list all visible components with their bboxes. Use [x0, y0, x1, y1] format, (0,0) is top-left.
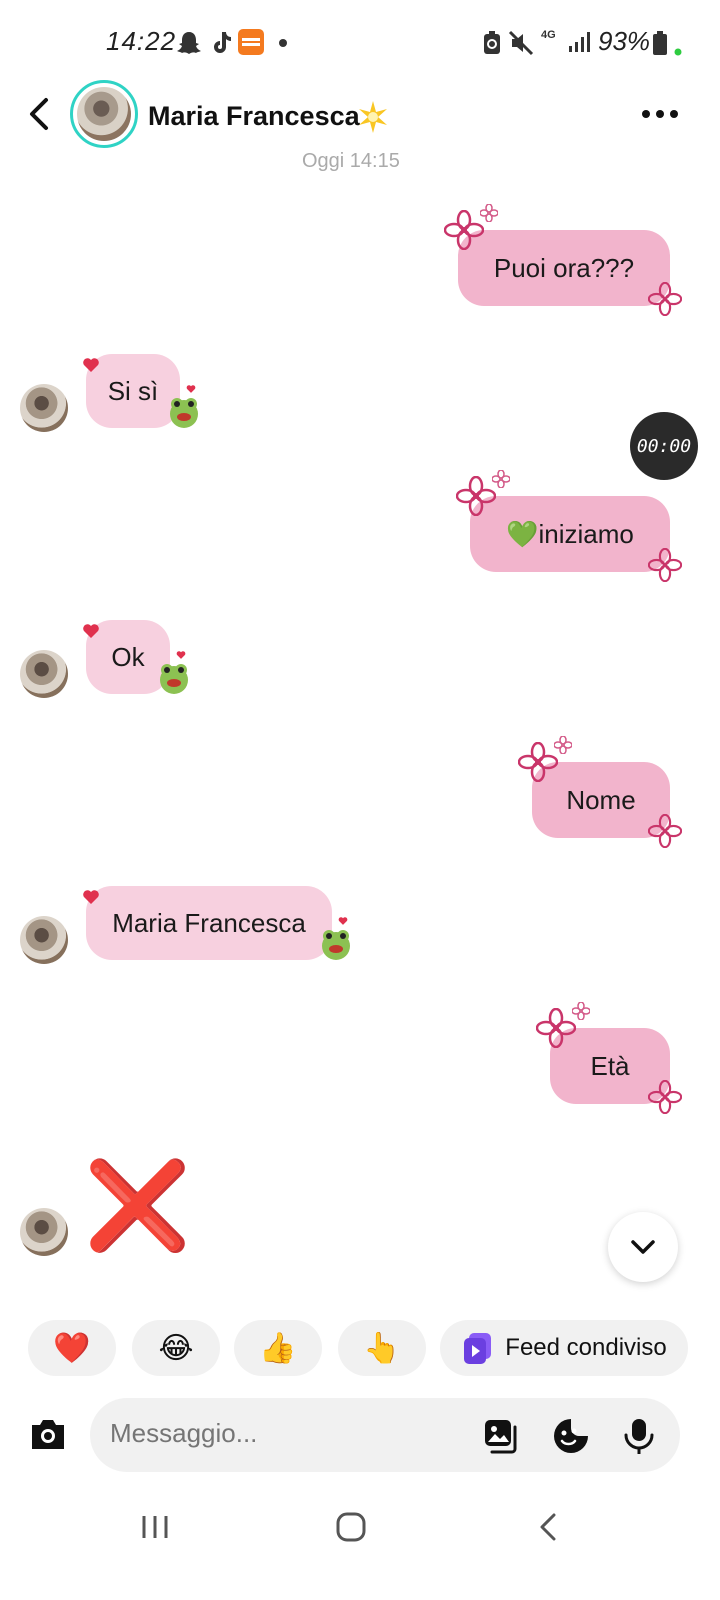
flower-sticker-icon	[518, 742, 558, 782]
flower-sticker-icon	[536, 1008, 576, 1048]
scroll-to-bottom-button[interactable]	[608, 1212, 678, 1282]
star-icon	[359, 101, 387, 133]
camera-icon[interactable]	[28, 1416, 68, 1452]
battery-percent: 93%	[598, 26, 651, 56]
flower-sticker-icon	[648, 548, 682, 582]
gallery-icon[interactable]	[482, 1417, 520, 1455]
back-icon[interactable]	[22, 92, 62, 136]
heart-icon	[338, 917, 348, 925]
flower-sticker-icon	[456, 476, 496, 516]
status-time: 14:22	[106, 26, 177, 56]
message-text: Si sì	[107, 375, 159, 406]
battery-icon	[653, 31, 667, 55]
message-input[interactable]	[110, 1418, 440, 1449]
sender-avatar[interactable]	[20, 384, 68, 432]
small-flower-icon	[480, 204, 498, 222]
contact-avatar[interactable]	[70, 80, 138, 148]
heart-icon	[186, 385, 196, 393]
message-bubble-outgoing[interactable]: Puoi ora???	[458, 230, 670, 306]
message-text: Nome	[566, 784, 636, 815]
message-text: Maria Francesca	[112, 907, 306, 938]
snapchat-icon	[177, 32, 201, 54]
message-emoji-cross[interactable]: ❌	[84, 1156, 191, 1256]
flower-sticker-icon	[648, 814, 682, 848]
home-icon[interactable]	[334, 1510, 368, 1544]
frog-sticker-icon	[160, 664, 188, 694]
camera-indicator-icon	[674, 48, 682, 56]
more-options-icon[interactable]	[640, 102, 680, 126]
timer-badge[interactable]: 00:00	[630, 412, 698, 480]
chevron-down-icon	[631, 1240, 655, 1254]
recent-apps-icon[interactable]	[140, 1510, 170, 1544]
small-flower-icon	[492, 470, 510, 488]
contact-name[interactable]: Maria Francesca	[148, 101, 360, 132]
small-flower-icon	[554, 736, 572, 754]
heart-icon	[176, 651, 186, 659]
frog-sticker-icon	[322, 930, 350, 960]
sender-avatar[interactable]	[20, 650, 68, 698]
quick-reaction-heart[interactable]: ❤️	[28, 1320, 116, 1376]
conversation-timestamp: Oggi 14:15	[302, 150, 400, 172]
quick-reaction-laugh[interactable]: 😂	[132, 1320, 220, 1376]
shared-feed-button[interactable]: Feed condiviso	[440, 1320, 688, 1376]
flower-sticker-icon	[444, 210, 484, 250]
message-composer	[90, 1398, 680, 1472]
heart-icon	[83, 890, 99, 904]
heart-emoji: 💚	[506, 518, 539, 549]
message-text: iniziamo	[538, 518, 634, 549]
quick-reaction-thumbs-up[interactable]: 👍	[234, 1320, 322, 1376]
quick-reaction-point-up[interactable]: 👆	[338, 1320, 426, 1376]
battery-saver-icon	[484, 31, 500, 54]
heart-icon	[83, 358, 99, 372]
tiktok-icon	[214, 32, 231, 53]
sender-avatar[interactable]	[20, 1208, 68, 1256]
message-bubble-outgoing[interactable]: 💚 iniziamo	[470, 496, 670, 572]
flower-sticker-icon	[648, 1080, 682, 1114]
network-icon: 4G	[541, 29, 556, 41]
dot-icon	[279, 39, 287, 47]
shared-feed-icon	[464, 1333, 492, 1364]
message-text: Età	[590, 1050, 630, 1081]
message-text: Ok	[111, 641, 145, 672]
signal-icon	[569, 32, 590, 52]
heart-icon	[83, 624, 99, 638]
sender-avatar[interactable]	[20, 916, 68, 964]
flower-sticker-icon	[648, 282, 682, 316]
sticker-icon[interactable]	[552, 1417, 590, 1455]
shared-feed-label: Feed condiviso	[505, 1334, 667, 1361]
message-text: Puoi ora???	[493, 252, 635, 283]
frog-sticker-icon	[170, 398, 198, 428]
temu-icon	[238, 29, 264, 55]
microphone-icon[interactable]	[620, 1417, 658, 1455]
back-nav-icon[interactable]	[534, 1510, 564, 1544]
mute-icon	[508, 30, 534, 56]
message-bubble-incoming[interactable]: Maria Francesca	[86, 886, 332, 960]
small-flower-icon	[572, 1002, 590, 1020]
